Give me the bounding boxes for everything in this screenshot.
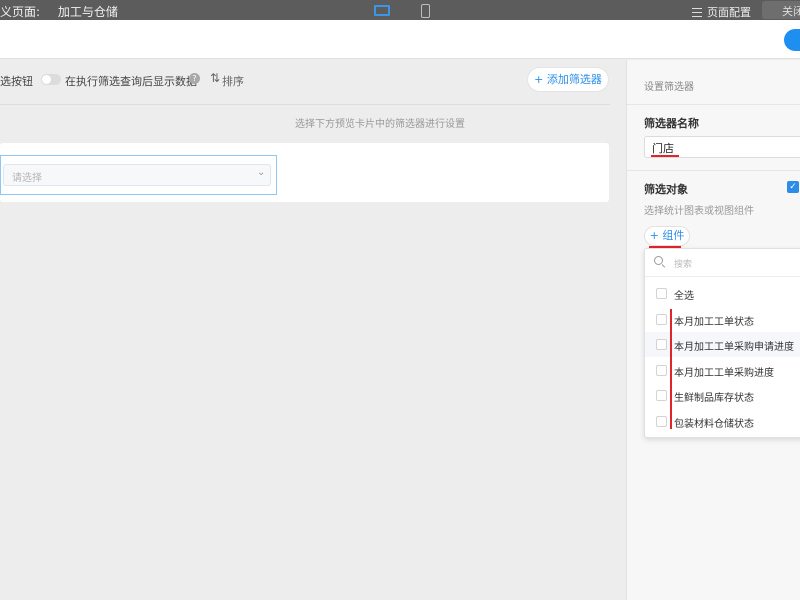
divider [627,170,800,171]
filter-select[interactable]: 请选择 ⌄ [3,164,271,186]
filter-target-checkbox[interactable]: ✓ [787,181,799,193]
search-icon [654,256,663,265]
action-bar [0,20,800,59]
preview-hint: 选择下方预览卡片中的筛选器进行设置 [295,119,465,130]
checkbox[interactable] [656,339,667,350]
page-name: 加工与仓储 [57,5,118,19]
add-component-button[interactable]: + 组件 [644,226,690,246]
annotation-underline [651,155,679,157]
list-item[interactable]: 本月加工工单采购进度 [645,358,800,383]
show-data-toggle[interactable] [41,74,61,85]
mobile-view-icon[interactable] [421,4,430,18]
filter-settings-panel: 设置筛选器 筛选器名称 门店 筛选对象 ✓ 选择统计图表或视图组件 + 组件 搜… [626,60,800,600]
filter-preview-card: 请选择 ⌄ [0,143,609,202]
desktop-view-icon[interactable] [374,5,390,16]
checkbox[interactable] [656,416,667,427]
list-item-select-all[interactable]: 全选 [645,281,800,306]
list-item-label: 本月加工工单状态 [674,317,754,328]
select-placeholder: 请选择 [12,173,42,184]
component-dropdown: 搜索 全选 本月加工工单状态 本月加工工单采购申请进度 本月加工工单采购进度 生… [644,248,800,438]
list-item[interactable]: 本月加工工单状态 [645,307,800,332]
divider [0,104,610,105]
list-item-label: 生鲜制品库存状态 [674,393,754,404]
list-item-label: 全选 [674,291,694,302]
list-item-label: 本月加工工单采购进度 [674,368,774,379]
sort-icon[interactable]: ⇅ [210,71,220,85]
list-item[interactable]: 本月加工工单采购申请进度 [645,332,800,357]
filter-target-desc: 选择统计图表或视图组件 [644,206,754,217]
page-title: 义页面: 加工与仓储 [0,3,132,20]
list-item-label: 包装材料仓储状态 [674,419,754,430]
checkbox[interactable] [656,288,667,299]
panel-title: 设置筛选器 [644,82,694,93]
page-config-label: 页面配置 [707,6,751,19]
dropdown-search[interactable]: 搜索 [645,249,800,277]
divider [627,104,800,105]
checkbox[interactable] [656,390,667,401]
filter-name-label: 筛选器名称 [644,117,699,130]
primary-action-button[interactable] [784,29,800,51]
sort-button[interactable]: 排序 [222,73,244,89]
show-data-toggle-label: 在执行筛选查询后显示数据 [65,75,197,88]
filter-button-label: 选按钮 [0,75,33,88]
add-filter-button[interactable]: + 添加筛选器 [527,67,609,92]
annotation-bracket [670,309,672,429]
filter-select-wrapper[interactable]: 请选择 ⌄ [0,155,277,195]
list-item[interactable]: 包装材料仓储状态 [645,409,800,434]
search-input[interactable]: 搜索 [674,257,692,270]
list-item[interactable]: 生鲜制品库存状态 [645,383,800,408]
top-header: 义页面: 加工与仓储 页面配置 关闭 [0,0,800,20]
settings-list-icon [692,8,702,17]
list-item-label: 本月加工工单采购申请进度 [674,342,794,353]
filter-target-label: 筛选对象 [644,183,688,196]
checkbox[interactable] [656,314,667,325]
checkbox[interactable] [656,365,667,376]
chevron-down-icon: ⌄ [257,167,266,178]
main-canvas: 选按钮 在执行筛选查询后显示数据 ? ⇅ 排序 + 添加筛选器 选择下方预览卡片… [0,60,625,600]
page-title-label: 义页面: [0,5,41,19]
close-button[interactable]: 关闭 [762,1,800,19]
help-icon[interactable]: ? [189,73,200,84]
filter-toolbar: 选按钮 在执行筛选查询后显示数据 ? ⇅ 排序 + 添加筛选器 [0,60,625,102]
page-config-button[interactable]: 页面配置 [692,4,751,20]
